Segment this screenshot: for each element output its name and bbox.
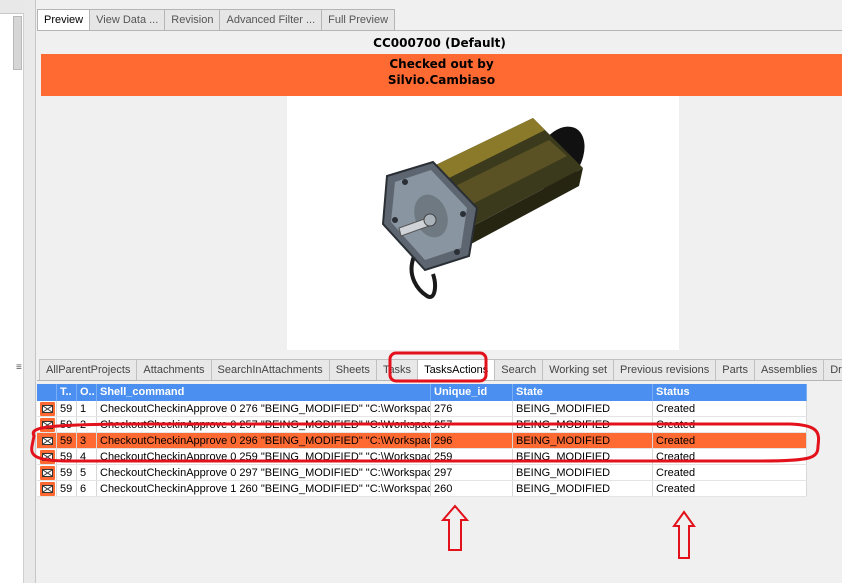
app-window: ≡ Preview View Data ... Revision Advance… (0, 0, 842, 583)
annotation-tab-highlight (388, 351, 488, 383)
arrow-up-icon (440, 504, 470, 551)
arrow-up-icon (672, 510, 696, 559)
annotation-row-highlight (30, 422, 821, 463)
annotation-overlay (30, 351, 821, 559)
